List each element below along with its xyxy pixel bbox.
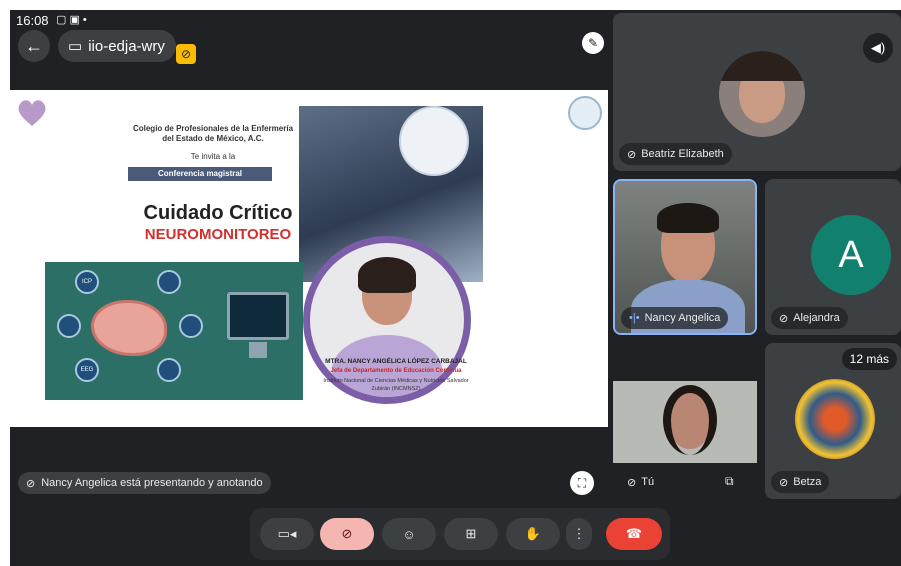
phone-hangup-icon: ☎ xyxy=(625,526,643,541)
participant-name: Betza xyxy=(793,476,822,488)
participant-label: ⊘ Betza xyxy=(771,471,830,493)
presenting-label: Nancy Angelica está presentando y anotan… xyxy=(41,477,263,489)
participant-label: •|• Nancy Angelica xyxy=(621,307,729,329)
node-eeg: EEG xyxy=(75,358,99,382)
meeting-code-chip[interactable]: ▭ iio-edja-wry xyxy=(58,30,176,62)
present-button[interactable]: ⊞ xyxy=(444,518,498,550)
mic-off-icon: ⊘ xyxy=(779,476,789,489)
slide-org: Colegio de Profesionales de la Enfermerí… xyxy=(132,124,294,143)
participant-name: Tú xyxy=(641,476,655,488)
self-view-options-icon[interactable]: ⧉ xyxy=(725,474,734,489)
raise-hand-button[interactable]: ✋ xyxy=(506,518,560,550)
avatar: A xyxy=(811,215,891,295)
participant-name: Beatriz Elizabeth xyxy=(641,148,724,160)
monitor-stand xyxy=(249,342,267,358)
presenting-chip: ⊘ Nancy Angelica está presentando y anot… xyxy=(18,472,271,494)
speaking-icon: •|• xyxy=(629,312,640,324)
participant-label: ⊘ Alejandra xyxy=(771,307,848,329)
participant-tile[interactable]: ⊘ Tú ⧉ xyxy=(613,343,757,499)
participant-label: ⊘ Beatriz Elizabeth xyxy=(619,143,732,165)
hand-icon: ✋ xyxy=(524,526,542,541)
back-button[interactable]: ← xyxy=(18,30,50,62)
participant-name: Nancy Angelica xyxy=(644,312,721,324)
mic-off-icon: ⊘ xyxy=(26,477,36,490)
emoji-icon: ☺ xyxy=(402,526,416,542)
fullscreen-icon: ⛶ xyxy=(577,475,587,490)
calendar-icon: ▭ xyxy=(68,38,83,55)
end-call-button[interactable]: ☎ xyxy=(606,518,662,550)
camera-button[interactable]: ▭◂ xyxy=(260,518,314,550)
brain-node-icon xyxy=(157,358,181,382)
arrow-left-icon: ← xyxy=(25,35,43,56)
participant-name: Alejandra xyxy=(793,312,840,324)
mic-off-icon: ⊘ xyxy=(627,148,637,161)
status-icons: ▢ ▣ • xyxy=(56,14,87,26)
waveform-icon xyxy=(157,270,181,294)
seal-logo-icon xyxy=(568,96,602,130)
heart-logo-icon xyxy=(18,100,46,126)
meet-screen: 16:08 ▢ ▣ • ▾ ▮ ← ▭ iio-edja-wry ⊘ ✎ Col… xyxy=(10,10,901,566)
more-options-button[interactable]: ⋮ xyxy=(566,518,592,550)
slide-institution: Instituto Nacional de Ciencias Médicas y… xyxy=(323,378,469,392)
speaker-icon: ◀) xyxy=(870,40,886,55)
mic-off-icon: ⊘ xyxy=(779,312,789,325)
brain-icon xyxy=(91,300,167,356)
mic-off-icon: ⊘ xyxy=(627,476,637,489)
participant-tile[interactable]: •|• Nancy Angelica xyxy=(613,179,757,335)
slide-subtitle: NEUROMONITOREO xyxy=(144,226,292,243)
fullscreen-button[interactable]: ⛶ xyxy=(570,471,594,495)
more-vert-icon: ⋮ xyxy=(572,526,586,541)
node-icp: ICP xyxy=(75,270,99,294)
participant-label: ⊘ Tú xyxy=(619,471,663,493)
more-participants-badge[interactable]: 12 más xyxy=(841,348,897,370)
avatar xyxy=(795,379,875,459)
no-camera-badge-icon: ⊘ xyxy=(176,44,196,64)
slide-invite: Te invita a la xyxy=(190,152,236,161)
call-controls: ▭◂ ⊘ ☺ ⊞ ✋ ⋮ ☎ xyxy=(250,508,670,560)
waveform-icon xyxy=(57,314,81,338)
seal-circle-icon xyxy=(399,106,469,176)
mic-button[interactable]: ⊘ xyxy=(320,518,374,550)
shared-slide: Colegio de Profesionales de la Enfermerí… xyxy=(10,90,608,427)
pin-button[interactable]: ✎ xyxy=(582,32,604,54)
slide-title: Cuidado Crítico xyxy=(143,202,293,224)
slide-speaker-role: Jefa de Departamento de Educación Contin… xyxy=(330,368,462,374)
present-screen-icon: ⊞ xyxy=(465,526,477,541)
emoji-button[interactable]: ☺ xyxy=(382,518,436,550)
speaker-button[interactable]: ◀) xyxy=(863,33,893,63)
slide-speaker-name: MTRA. NANCY ANGÉLICA LÓPEZ CARBAJAL xyxy=(325,358,467,365)
brain-illustration: ICP EEG xyxy=(45,262,303,400)
avatar xyxy=(719,51,805,137)
waveform-icon xyxy=(179,314,203,338)
mic-off-icon: ⊘ xyxy=(341,526,353,541)
status-time: 16:08 xyxy=(16,13,49,28)
monitor-icon xyxy=(227,292,289,340)
slide-conference-type: Conferencia magistral xyxy=(128,167,272,181)
participant-tile[interactable]: ◀) ⊘ Beatriz Elizabeth xyxy=(613,13,901,171)
meeting-code: iio-edja-wry xyxy=(88,37,165,55)
camera-icon: ▭◂ xyxy=(277,526,297,541)
participant-tile[interactable]: A ⊘ Alejandra xyxy=(765,179,901,335)
pin-icon: ✎ xyxy=(587,36,599,50)
